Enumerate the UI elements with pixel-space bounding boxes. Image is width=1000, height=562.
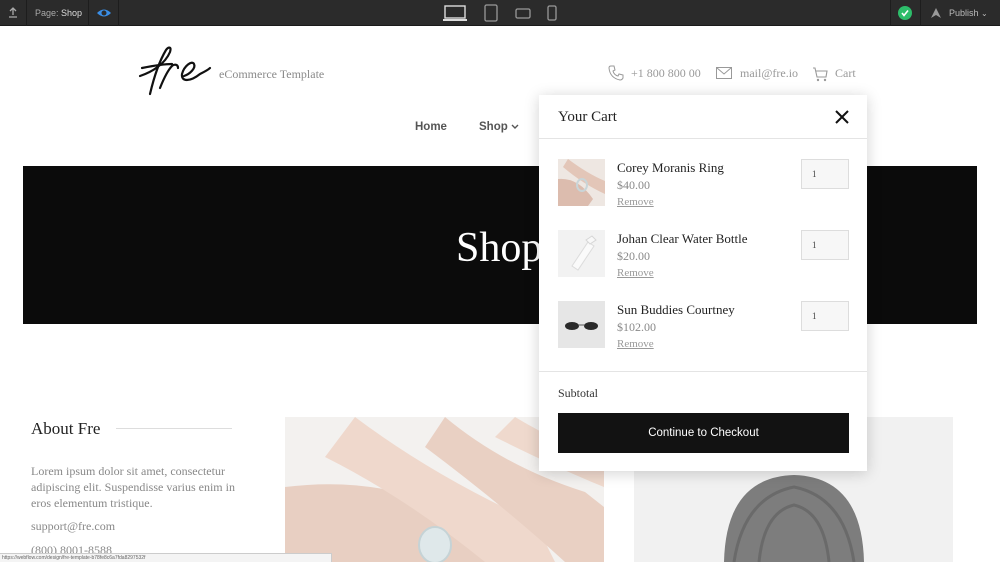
desktop-view-icon[interactable] (443, 4, 467, 22)
editor-toolbar: Page: Shop Publish ⌄ (0, 0, 1000, 26)
cart-item-name[interactable]: Sun Buddies Courtney (617, 302, 735, 318)
publish-button[interactable]: Publish ⌄ (949, 8, 988, 18)
cart-subtotal-label: Subtotal (558, 386, 599, 400)
status-check-icon (898, 6, 912, 20)
brand-logo[interactable] (132, 42, 212, 102)
close-icon[interactable] (834, 109, 850, 125)
cart-item-thumbnail (558, 159, 605, 206)
cart-item-quantity-input[interactable] (801, 301, 849, 331)
cart-item-quantity-input[interactable] (801, 159, 849, 189)
nav-home[interactable]: Home (415, 121, 447, 133)
cart-item-price: $20.00 (617, 249, 650, 263)
cart-item-remove-link[interactable]: Remove (617, 338, 654, 350)
brand-tagline: eCommerce Template (219, 67, 325, 81)
chevron-down-icon (511, 124, 519, 129)
page-selector[interactable]: Page: Shop (35, 8, 82, 18)
checkout-button[interactable]: Continue to Checkout (558, 413, 849, 453)
ring-thumbnail-image (558, 159, 605, 206)
sunglasses-thumbnail-image (558, 301, 605, 348)
cart-item-remove-link[interactable]: Remove (617, 267, 654, 279)
about-text: Lorem ipsum dolor sit amet, consectetur … (31, 464, 235, 510)
mail-icon (716, 67, 732, 79)
cart-item-name[interactable]: Johan Clear Water Bottle (617, 231, 747, 247)
cart-divider (539, 371, 867, 372)
preview-eye-icon[interactable] (96, 6, 112, 20)
cart-item-remove-link[interactable]: Remove (617, 196, 654, 208)
cart-item: Johan Clear Water Bottle $20.00 Remove (539, 230, 867, 290)
mobile-landscape-icon[interactable] (515, 4, 531, 22)
publish-label: Publish (949, 8, 979, 18)
cart-item-price: $40.00 (617, 178, 650, 192)
tablet-view-icon[interactable] (484, 4, 498, 22)
cart-dropdown: Your Cart Corey Moranis Ring $40.00 Remo… (539, 95, 867, 471)
toolbar-divider (890, 0, 891, 26)
cart-item-quantity-input[interactable] (801, 230, 849, 260)
cart-icon[interactable] (812, 66, 828, 82)
bottle-thumbnail-image (558, 230, 605, 277)
toolbar-divider (920, 0, 921, 26)
nav-shop[interactable]: Shop (479, 121, 519, 133)
cart-item-price: $102.00 (617, 320, 656, 334)
mobile-portrait-icon[interactable] (547, 4, 557, 22)
publish-icon[interactable] (929, 6, 943, 20)
hero-title: Shop (456, 225, 543, 271)
header-cart-link[interactable]: Cart (835, 66, 856, 81)
page-label: Page: (35, 8, 59, 18)
cart-item: Corey Moranis Ring $40.00 Remove (539, 159, 867, 219)
toolbar-divider (88, 0, 89, 26)
cart-item: Sun Buddies Courtney $102.00 Remove (539, 301, 867, 361)
about-email[interactable]: support@fre.com (31, 519, 115, 534)
chevron-down-icon: ⌄ (981, 9, 988, 18)
cart-title: Your Cart (558, 109, 617, 125)
phone-icon (608, 65, 624, 81)
status-url-bar: https://webflow.com/design/fre-template-… (0, 553, 332, 562)
about-title: About Fre (31, 419, 101, 438)
upload-icon[interactable] (6, 6, 20, 20)
cart-item-thumbnail (558, 230, 605, 277)
header-phone[interactable]: +1 800 800 00 (631, 66, 701, 81)
cart-item-name[interactable]: Corey Moranis Ring (617, 160, 724, 176)
toolbar-divider (26, 0, 27, 26)
cart-item-thumbnail (558, 301, 605, 348)
header-email[interactable]: mail@fre.io (740, 66, 798, 81)
toolbar-divider (118, 0, 119, 26)
cart-divider (539, 138, 867, 139)
about-divider (116, 428, 232, 429)
nav-shop-label: Shop (479, 121, 508, 133)
page-name: Shop (61, 8, 83, 18)
